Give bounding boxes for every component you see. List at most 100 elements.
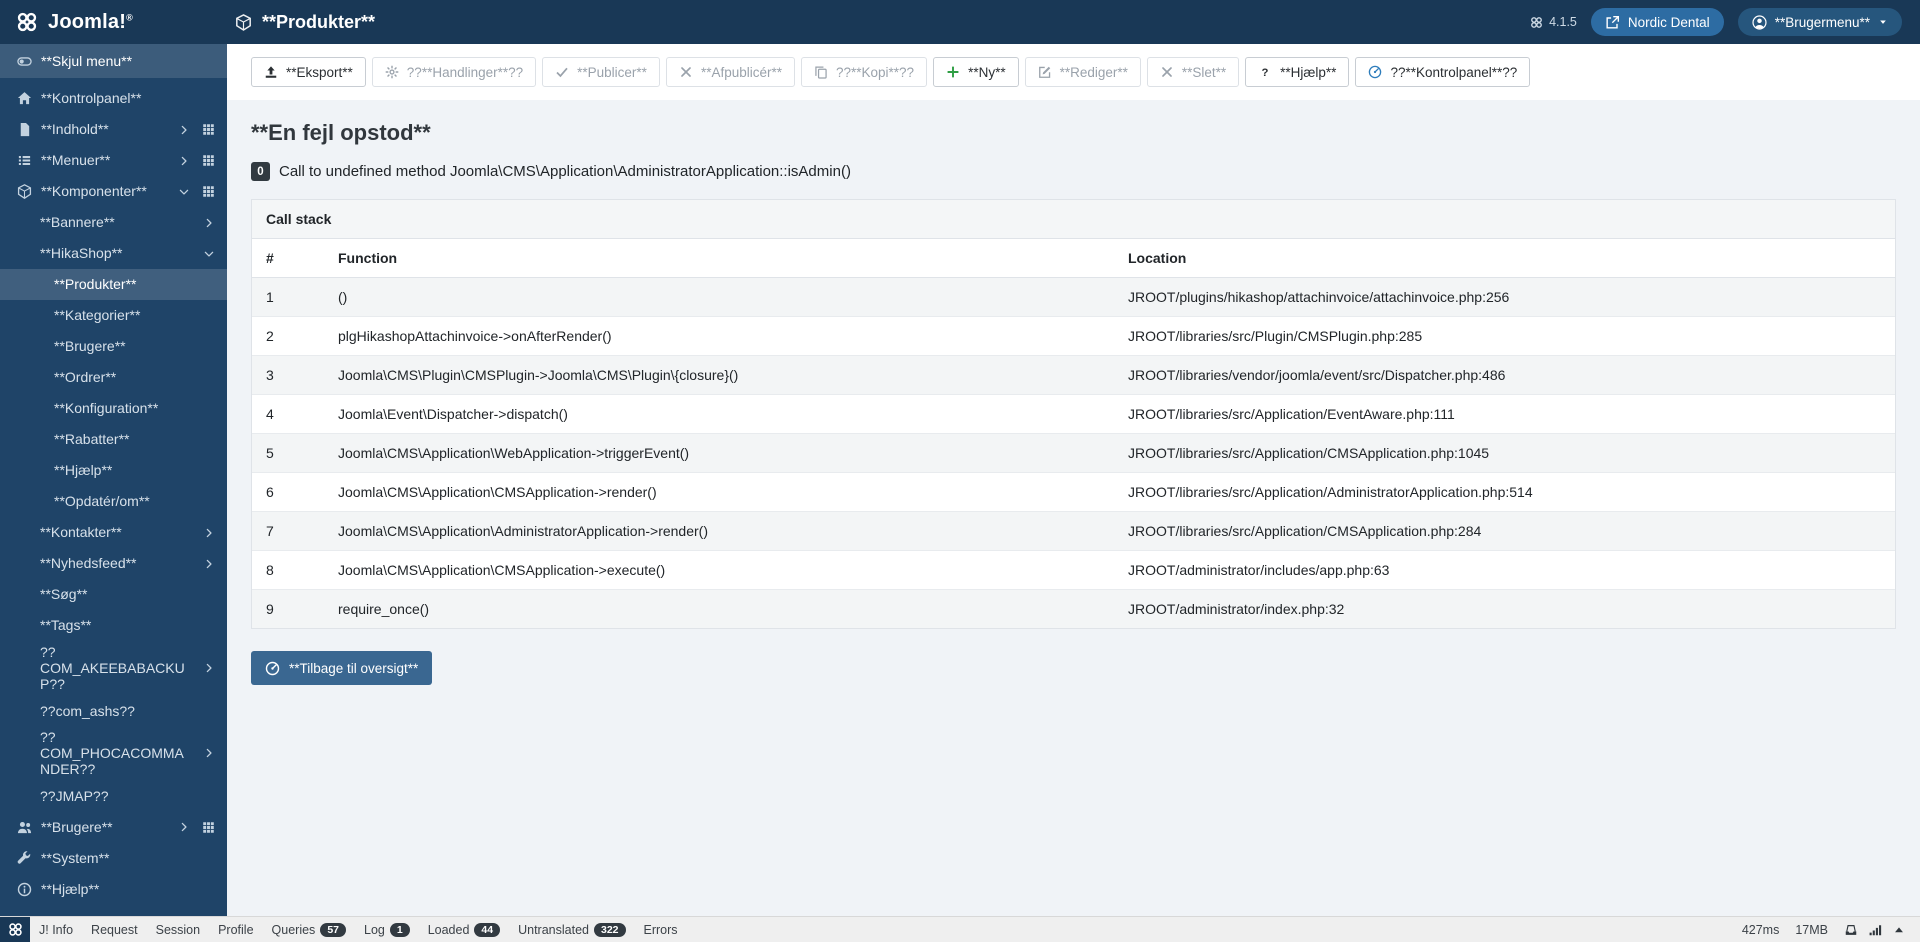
grid-icon[interactable] (202, 821, 215, 834)
cell-function: Joomla\CMS\Application\AdministratorAppl… (338, 523, 708, 539)
site-name-label: Nordic Dental (1627, 14, 1710, 30)
question-icon: ? (1258, 65, 1272, 79)
toolbar-button-hjælp[interactable]: ? **Hjælp** (1245, 57, 1350, 87)
sidebar-item-kategorier[interactable]: **Kategorier** (0, 300, 227, 331)
sidebar-item-kontakter[interactable]: **Kontakter** (0, 517, 227, 548)
sidebar-item-controls (197, 527, 215, 539)
debug-item-label: Request (91, 922, 138, 937)
sidebar-item-label: **Ordrer** (54, 369, 117, 386)
joomla-logo: Joomla!® (0, 11, 227, 34)
check-icon (555, 65, 569, 79)
sidebar-item-com-phocacommander[interactable]: ??COM_PHOCACOMMANDER?? (0, 726, 227, 780)
toolbar: **Eksport** ??**Handlinger**?? **Publicer*… (227, 44, 1920, 100)
sidebar-item-hjælp[interactable]: **Hjælp** (0, 455, 227, 486)
user-menu-button[interactable]: **Brugermenu** (1737, 8, 1902, 36)
sidebar-item-system[interactable]: **System** (0, 843, 227, 874)
user-circle-icon (1752, 14, 1767, 30)
toggle-menu-label: **Skjul menu** (41, 52, 133, 69)
sidebar-item-tags[interactable]: **Tags** (0, 610, 227, 641)
grid-icon[interactable] (202, 185, 215, 198)
callstack-row: 9 require_once() JROOT/administrator/index… (252, 589, 1895, 628)
grid-icon[interactable] (202, 154, 215, 167)
sidebar-item-com-akeebabackup[interactable]: ??COM_AKEEBABACKUP?? (0, 641, 227, 695)
logo-registered-mark: ® (126, 11, 133, 22)
cell-function: require_once() (338, 601, 430, 617)
callstack-row: 5 Joomla\CMS\Application\WebApplication->… (252, 433, 1895, 473)
sidebar-item-label: **Kategorier** (54, 307, 141, 324)
sidebar-item-kontrolpanel[interactable]: **Kontrolpanel** (0, 83, 227, 114)
sidebar-item-label: **Indhold** (41, 121, 109, 138)
chevron-right-icon (203, 558, 215, 570)
debug-item-log[interactable]: Log 1 (355, 917, 419, 942)
debug-item-queries[interactable]: Queries 57 (263, 917, 355, 942)
debug-memory: 17MB (1795, 922, 1828, 937)
toggle-menu-button[interactable]: **Skjul menu** (0, 44, 227, 78)
back-to-dashboard-button[interactable]: **Tilbage til oversigt** (251, 651, 433, 685)
home-icon (17, 91, 32, 106)
debug-item-label: Queries (271, 922, 316, 937)
caret-up-icon[interactable] (1892, 923, 1906, 937)
chevron-right-icon (203, 662, 215, 674)
close-icon (1160, 65, 1174, 79)
sidebar-item-label: **Brugere** (41, 819, 113, 836)
sidebar-item-nyhedsfeed[interactable]: **Nyhedsfeed** (0, 548, 227, 579)
list-icon (17, 153, 32, 168)
debug-item-loaded[interactable]: Loaded 44 (419, 917, 509, 942)
sidebar-item-opdatér-om[interactable]: **Opdatér/om** (0, 486, 227, 517)
chevron-right-icon (203, 527, 215, 539)
sidebar-item-brugere[interactable]: **Brugere** (0, 812, 227, 843)
signal-icon[interactable] (1868, 923, 1882, 937)
toolbar-button-handlinger: ??**Handlinger**?? (371, 57, 537, 87)
sidebar-item-com-ashs[interactable]: ??com_ashs?? (0, 695, 227, 726)
toolbar-button-label: **Eksport** (286, 64, 353, 80)
sidebar-item-label: **Hjælp** (41, 881, 100, 898)
sidebar-item-jmap[interactable]: ??JMAP?? (0, 781, 227, 812)
info-icon (17, 882, 32, 897)
sidebar-item-controls (197, 558, 215, 570)
toolbar-button-ny[interactable]: **Ny** (933, 57, 1019, 87)
sidebar-item-label: **Menuer** (41, 152, 111, 169)
sidebar-item-brugere[interactable]: **Brugere** (0, 331, 227, 362)
sidebar-item-hjælp[interactable]: **Hjælp** (0, 874, 227, 905)
tray-icon[interactable] (1844, 923, 1858, 937)
debug-item-j-info[interactable]: J! Info (30, 917, 82, 942)
sidebar-item-søg[interactable]: **Søg** (0, 579, 227, 610)
cell-number: 3 (266, 367, 274, 383)
debug-item-errors[interactable]: Errors (635, 917, 687, 942)
page-title: **Produkter** (227, 12, 375, 33)
sidebar-item-rabatter[interactable]: **Rabatter** (0, 424, 227, 455)
debug-item-profile[interactable]: Profile (209, 917, 262, 942)
toggle-menu-icon (17, 54, 32, 69)
sidebar-item-indhold[interactable]: **Indhold** (0, 114, 227, 145)
file-icon (17, 122, 32, 137)
sidebar-item-label: **Komponenter** (41, 183, 147, 200)
toolbar-button-rediger: **Rediger** (1024, 57, 1141, 87)
callstack-header-row: # Function Location (252, 239, 1895, 278)
debug-item-badge: 322 (593, 922, 626, 937)
cell-function: Joomla\Event\Dispatcher->dispatch() (338, 406, 568, 422)
sidebar-item-komponenter[interactable]: **Komponenter** (0, 176, 227, 207)
sidebar-item-ordrer[interactable]: **Ordrer** (0, 362, 227, 393)
sidebar-item-konfiguration[interactable]: **Konfiguration** (0, 393, 227, 424)
sidebar-item-hikashop[interactable]: **HikaShop** (0, 238, 227, 269)
cell-number: 6 (266, 484, 274, 500)
toolbar-button-eksport[interactable]: **Eksport** (251, 57, 366, 87)
sidebar-item-label: **Søg** (40, 586, 88, 603)
grid-icon[interactable] (202, 123, 215, 136)
site-preview-button[interactable]: Nordic Dental (1590, 8, 1724, 36)
debug-item-session[interactable]: Session (147, 917, 209, 942)
debug-items: J! Info Request Session Profile Queries 57 Log… (30, 917, 687, 942)
cell-location: JROOT/administrator/index.php:32 (1128, 601, 1345, 617)
sidebar-item-label: **Hjælp** (54, 462, 113, 479)
sidebar-item-menuer[interactable]: **Menuer** (0, 145, 227, 176)
sidebar-item-bannere[interactable]: **Bannere** (0, 207, 227, 238)
debug-item-request[interactable]: Request (82, 917, 147, 942)
callstack-row: 6 Joomla\CMS\Application\CMSApplication->… (252, 472, 1895, 512)
toolbar-button-kontrolpanel[interactable]: ??**Kontrolpanel**?? (1355, 57, 1531, 87)
sidebar-item-label: **Tags** (40, 617, 92, 634)
joomla-debug-icon (8, 922, 23, 937)
sidebar-item-controls (197, 747, 215, 759)
debug-item-untranslated[interactable]: Untranslated 322 (509, 917, 634, 942)
sidebar-item-produkter[interactable]: **Produkter** (0, 269, 227, 300)
callstack-body: 1 () JROOT/plugins/hikashop/attachinvoice/… (252, 277, 1895, 628)
